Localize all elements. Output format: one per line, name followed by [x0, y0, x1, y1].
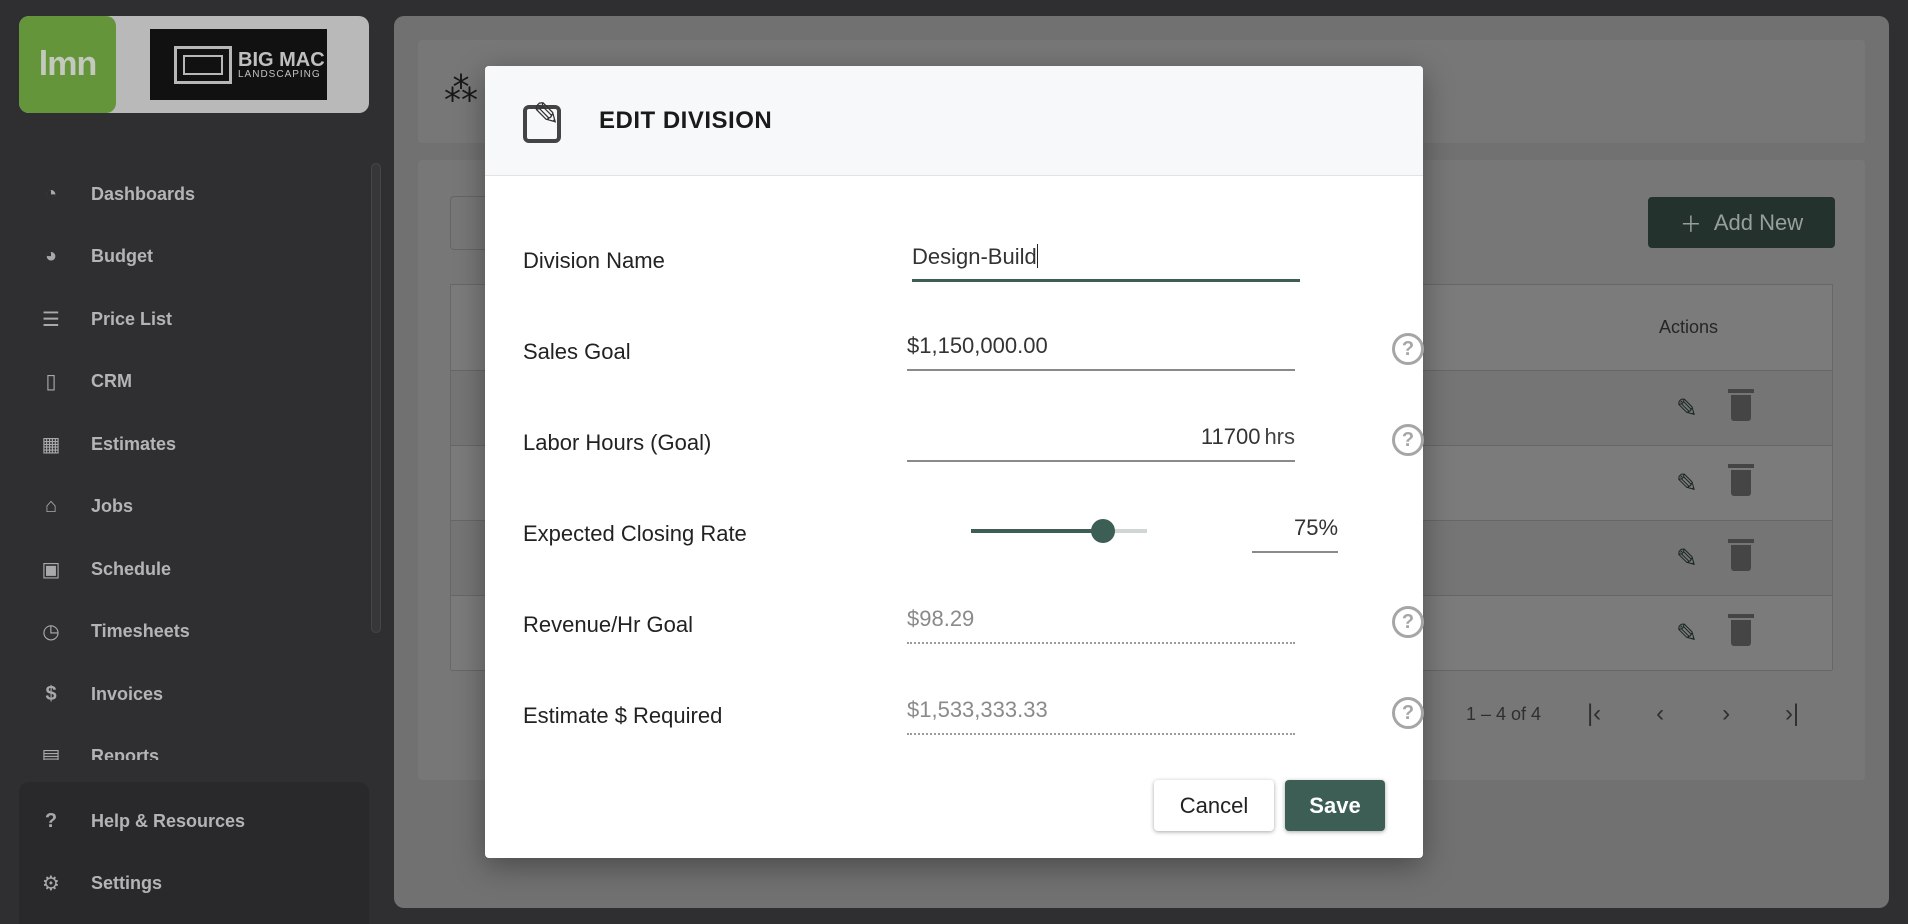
estimate-required-value: $1,533,333.33: [907, 697, 1048, 722]
revenue-hr-row: Revenue/Hr Goal $98.29 ?: [523, 594, 1424, 654]
closing-rate-slider-thumb[interactable]: [1091, 519, 1115, 543]
revenue-hr-value-field: $98.29: [907, 600, 1295, 644]
estimate-required-row: Estimate $ Required $1,533,333.33 ?: [523, 685, 1424, 745]
division-name-input[interactable]: Design-Build: [912, 238, 1300, 282]
sales-goal-value: $1,150,000.00: [907, 333, 1048, 358]
closing-rate-slider-fill: [971, 529, 1103, 533]
revenue-hr-help-icon[interactable]: ?: [1392, 606, 1424, 638]
edit-division-dialog: ✎ EDIT DIVISION Division Name Design-Bui…: [485, 66, 1424, 858]
labor-hours-unit: hrs: [1264, 424, 1295, 449]
labor-hours-label: Labor Hours (Goal): [523, 430, 712, 455]
labor-hours-input[interactable]: 11700 hrs: [907, 418, 1295, 462]
sales-goal-input[interactable]: $1,150,000.00: [907, 327, 1295, 371]
dialog-header: ✎ EDIT DIVISION: [485, 66, 1423, 176]
sales-goal-row: Sales Goal $1,150,000.00 ?: [523, 321, 1424, 381]
save-button[interactable]: Save: [1285, 780, 1385, 831]
closing-rate-row: Expected Closing Rate 75%: [523, 503, 1393, 563]
estimate-required-label: Estimate $ Required: [523, 703, 723, 728]
division-name-row: Division Name Design-Build: [523, 230, 1393, 290]
revenue-hr-label: Revenue/Hr Goal: [523, 612, 693, 637]
dialog-title: EDIT DIVISION: [599, 106, 773, 134]
estimate-required-help-icon[interactable]: ?: [1392, 697, 1424, 729]
estimate-required-value-field: $1,533,333.33: [907, 691, 1295, 735]
sales-goal-label: Sales Goal: [523, 339, 631, 364]
division-name-value: Design-Build: [912, 244, 1037, 269]
edit-icon: ✎: [523, 96, 567, 143]
closing-rate-value: 75: [1293, 515, 1319, 540]
text-cursor: [1036, 244, 1038, 268]
closing-rate-slider[interactable]: [971, 519, 1147, 543]
closing-rate-unit: %: [1318, 515, 1338, 540]
revenue-hr-value: $98.29: [907, 606, 975, 631]
closing-rate-input[interactable]: 75%: [1252, 509, 1338, 553]
cancel-button[interactable]: Cancel: [1154, 780, 1274, 831]
closing-rate-label: Expected Closing Rate: [523, 521, 747, 546]
division-name-label: Division Name: [523, 248, 665, 273]
labor-hours-value: 11700: [1200, 424, 1261, 449]
labor-hours-help-icon[interactable]: ?: [1392, 424, 1424, 456]
sales-goal-help-icon[interactable]: ?: [1392, 333, 1424, 365]
labor-hours-row: Labor Hours (Goal) 11700 hrs ?: [523, 412, 1424, 472]
